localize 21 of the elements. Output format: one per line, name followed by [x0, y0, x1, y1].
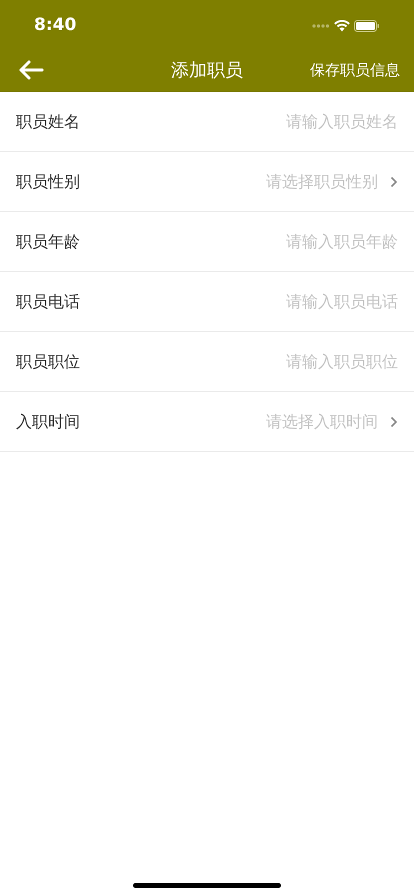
input-field[interactable]: 请输入职员电话: [198, 290, 398, 314]
input-field[interactable]: 请输入职员职位: [198, 350, 398, 374]
input-field[interactable]: 请输入职员年龄: [198, 230, 398, 254]
field-label: 入职时间: [16, 410, 80, 432]
input-field[interactable]: 请输入职员姓名: [198, 110, 398, 134]
back-button[interactable]: [18, 60, 44, 80]
status-time: 8:40: [34, 14, 76, 38]
field-label: 职员性别: [16, 170, 80, 192]
select-field[interactable]: 请选择入职时间: [266, 410, 398, 434]
chevron-icon: [390, 416, 398, 428]
field-label: 职员电话: [16, 290, 80, 312]
chevron-icon: [390, 176, 398, 188]
battery-icon: [354, 20, 380, 32]
select-field[interactable]: 请选择职员性别: [266, 170, 398, 194]
field-label: 职员职位: [16, 350, 80, 372]
wifi-icon: [334, 20, 350, 32]
field-label: 职员年龄: [16, 230, 80, 252]
page-title: 添加职员: [171, 58, 243, 82]
signal-icon: [312, 24, 330, 28]
field-label: 职员姓名: [16, 110, 80, 132]
save-button[interactable]: 保存职员信息: [310, 58, 400, 82]
